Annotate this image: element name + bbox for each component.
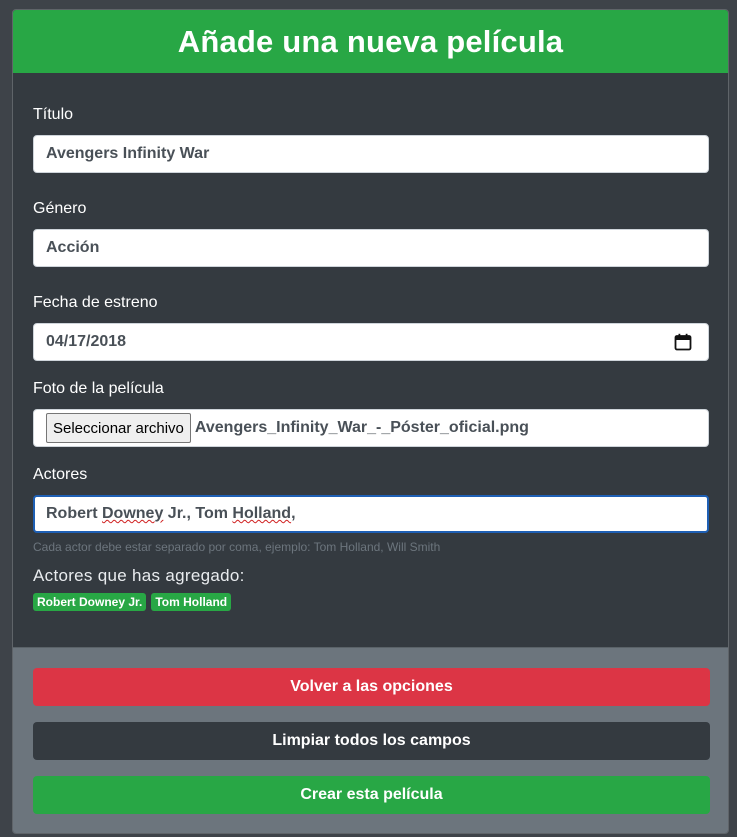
release-date-label: Fecha de estreno xyxy=(33,294,158,311)
genre-input[interactable]: Acción xyxy=(33,229,709,267)
added-actors-list: Robert Downey Jr. Tom Holland xyxy=(33,593,232,611)
title-input[interactable]: Avengers Infinity War xyxy=(33,135,709,173)
card-footer: Volver a las opciones Limpiar todos los … xyxy=(13,647,728,833)
title-input-value: Avengers Infinity War xyxy=(46,145,210,162)
card-header: Añade una nueva película xyxy=(13,10,728,73)
new-movie-card: Añade una nueva película Título Avengers… xyxy=(12,9,729,834)
clear-fields-button[interactable]: Limpiar todos los campos xyxy=(33,722,710,760)
actor-badge: Robert Downey Jr. xyxy=(33,593,147,611)
release-date-value: 04/17/2018 xyxy=(46,333,127,350)
actors-help-text: Cada actor debe estar separado por coma,… xyxy=(33,540,441,554)
back-to-options-button[interactable]: Volver a las opciones xyxy=(33,668,710,706)
select-file-button[interactable]: Seleccionar archivo xyxy=(46,413,191,443)
release-date-input[interactable]: 04/17/2018 xyxy=(33,323,709,361)
genre-label: Género xyxy=(33,200,87,217)
page-title: Añade una nueva película xyxy=(177,23,564,59)
selected-file-name: Avengers_Infinity_War_-_Póster_oficial.p… xyxy=(194,419,529,436)
poster-file-input[interactable]: Seleccionar archivo Avengers_Infinity_Wa… xyxy=(33,409,709,447)
added-actors-title: Actores que has agregado: xyxy=(33,566,245,585)
actors-input[interactable]: Robert Downey Jr., Tom Holland, xyxy=(33,495,709,533)
genre-input-value: Acción xyxy=(46,239,100,256)
calendar-icon[interactable] xyxy=(674,333,692,351)
create-movie-button[interactable]: Crear esta película xyxy=(33,776,710,814)
title-label: Título xyxy=(33,106,74,123)
poster-label: Foto de la película xyxy=(33,380,164,397)
actors-input-value: Robert Downey Jr., Tom Holland, xyxy=(46,505,296,522)
actors-label: Actores xyxy=(33,466,88,483)
actor-badge: Tom Holland xyxy=(151,593,232,611)
